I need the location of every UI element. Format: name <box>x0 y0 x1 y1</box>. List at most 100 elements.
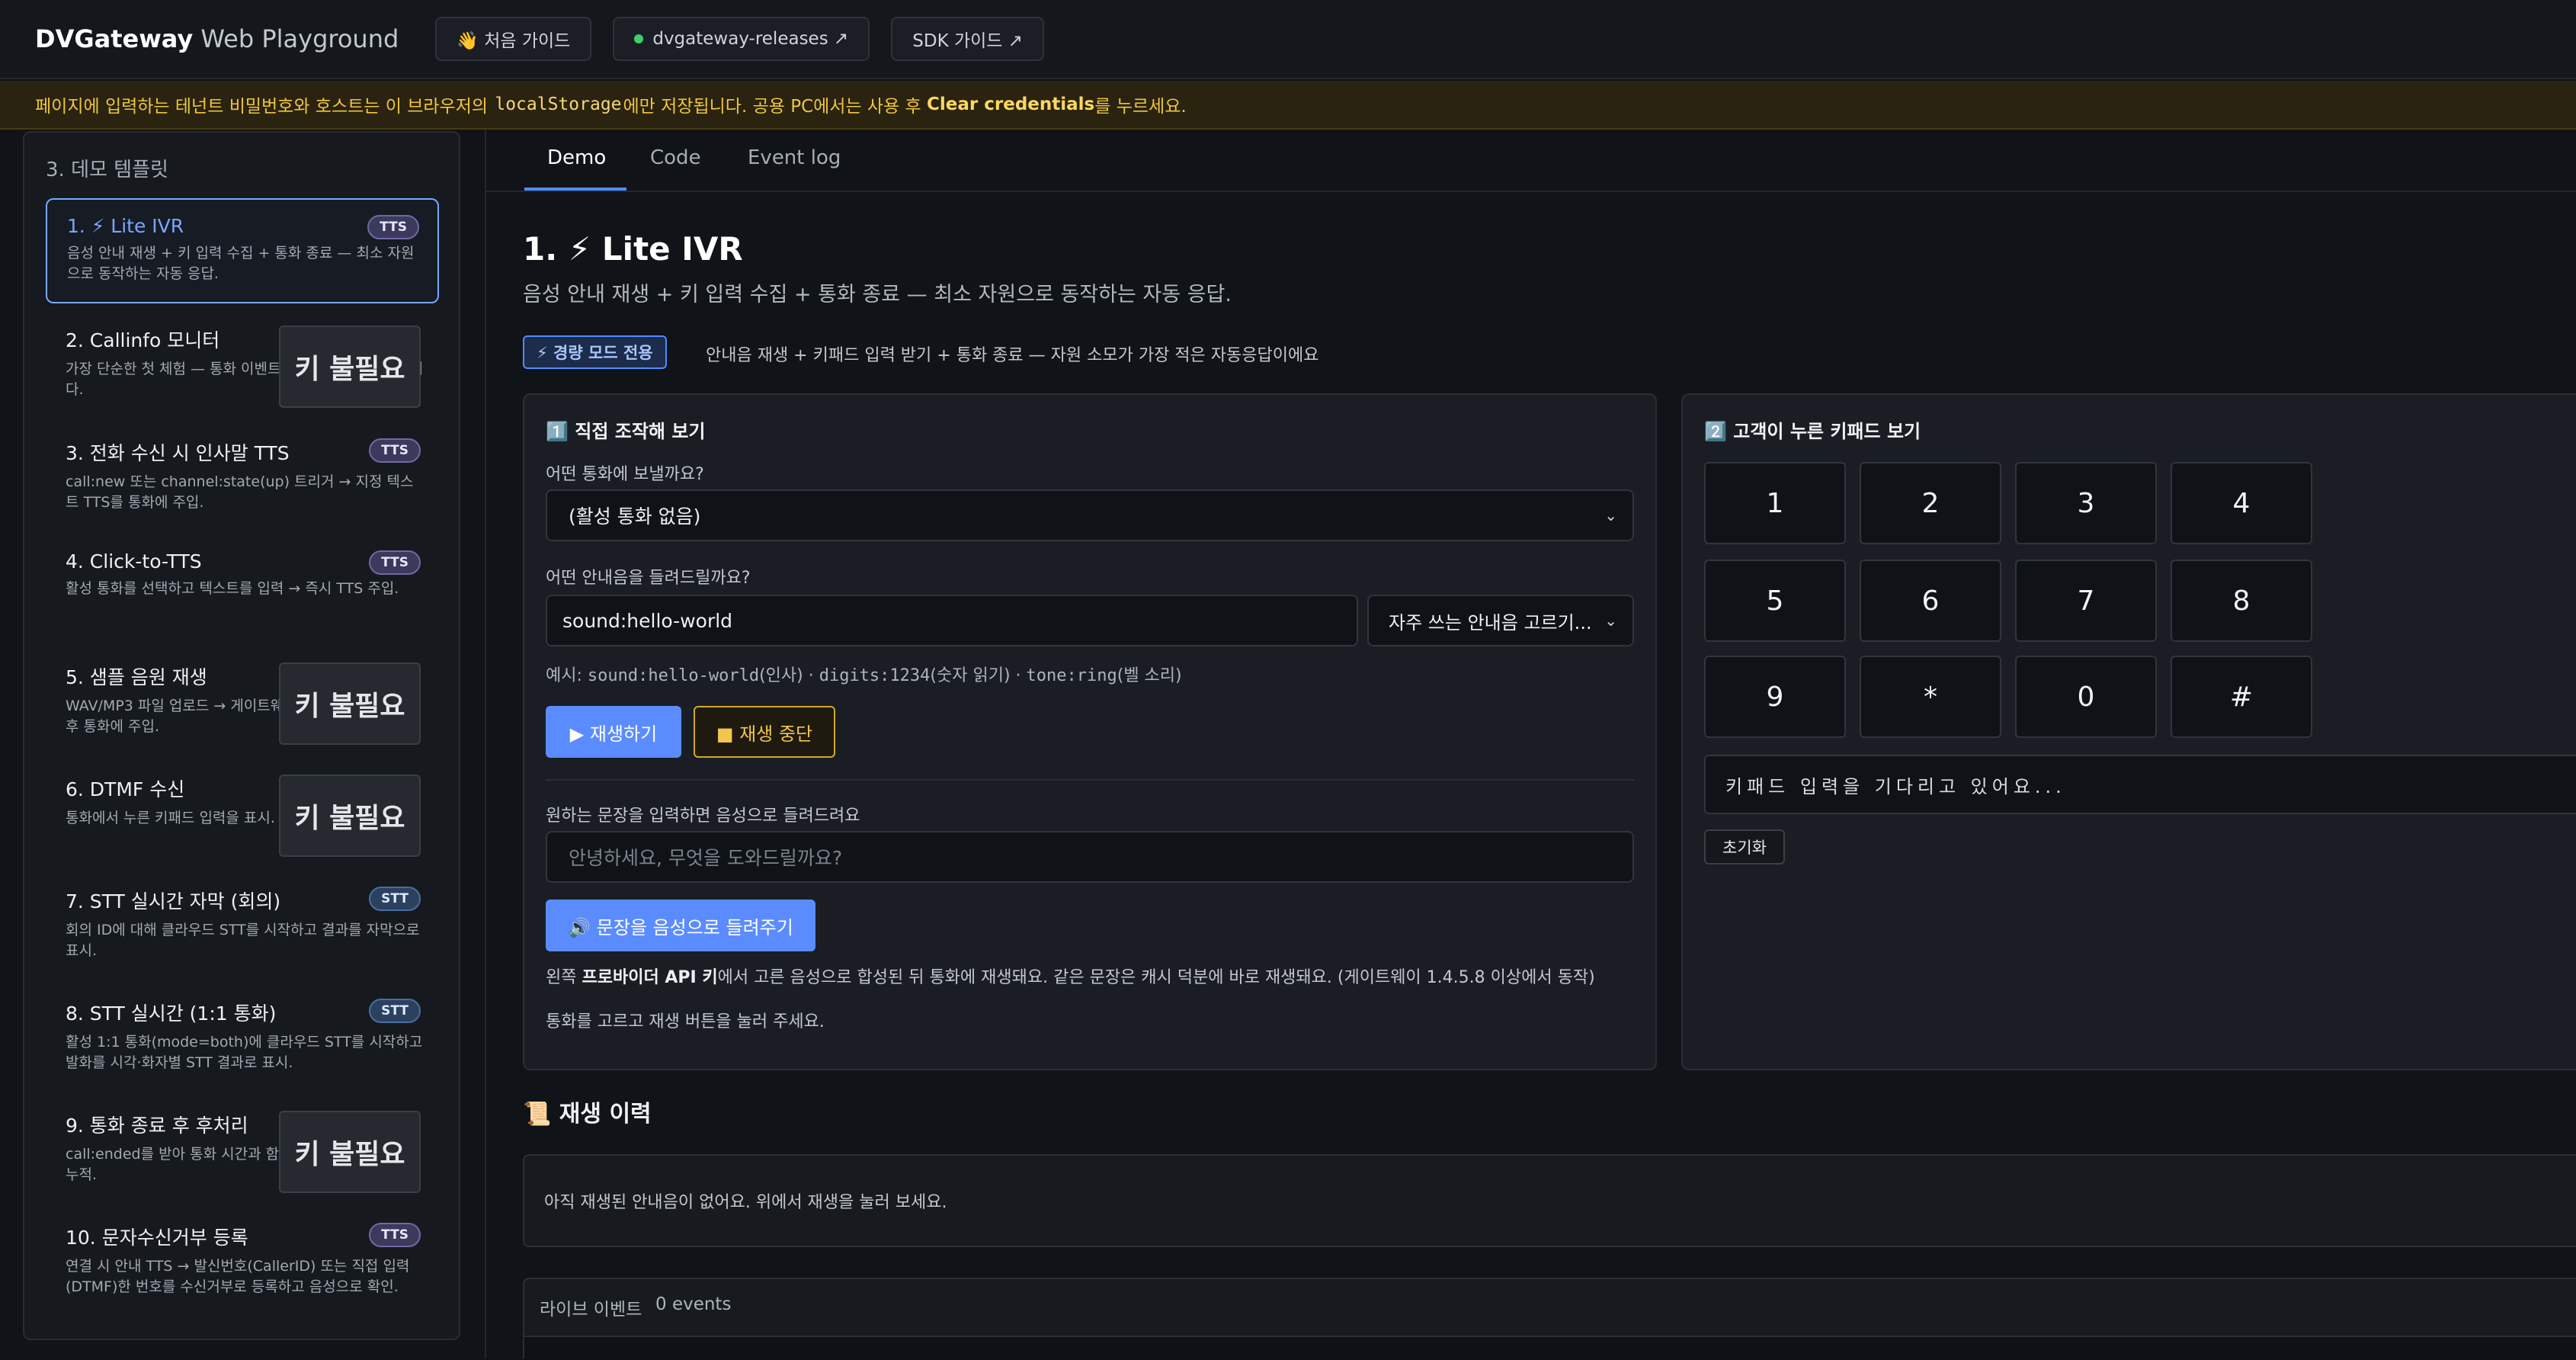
keypad-key-hash: # <box>2171 656 2312 738</box>
tts-text-placeholder: 안녕하세요, 무엇을 도와드릴까요? <box>569 847 843 869</box>
live-events-panel: 라이브 이벤트 0 events <box>523 1278 2576 1360</box>
keypad-key-7: 7 <box>2015 560 2157 642</box>
divider <box>546 779 1634 781</box>
example-tone: tone:ring <box>1026 666 1117 685</box>
live-events-count: 0 events <box>655 1294 732 1314</box>
sidebar-item-desc: call:new 또는 channel:state(up) 트리거 → 지정 텍… <box>66 473 414 511</box>
sidebar-item-dtmf[interactable]: 6. DTMF 수신 키 불필요 통화에서 누른 키패드 입력을 표시. IVR… <box>46 759 439 864</box>
chevron-down-icon: ⌄ <box>1604 611 1617 630</box>
credentials-warning-banner: 페이지에 입력하는 테넌트 비밀번호와 호스트는 이 브라우저의 localSt… <box>0 81 2576 130</box>
keypad-key-6: 6 <box>1860 560 2001 642</box>
tts-provider-note: 왼쪽 프로바이더 API 키에서 고른 음성으로 합성된 뒤 통화에 재생돼요.… <box>546 964 1595 988</box>
top-header: DVGateway Web Playground 👋 처음 가이드 dvgate… <box>0 0 2576 79</box>
note-rest: 에서 고른 음성으로 합성된 뒤 통화에 재생돼요. 같은 문장은 캐시 덕분에… <box>717 968 1595 987</box>
sidebar-item-desc: 음성 안내 재생 + 키 입력 수집 + 통화 종료 — 최소 자원으로 동작하… <box>67 245 415 282</box>
tts-badge: TTS <box>367 215 419 239</box>
keypad-key-star: * <box>1860 656 2001 738</box>
lite-mode-badge: ⚡ 경량 모드 전용 <box>523 335 667 369</box>
releases-link-label: dvgateway-releases ↗ <box>652 29 849 49</box>
lite-mode-description: 안내음 재생 + 키패드 입력 받기 + 통화 종료 — 자원 소모가 가장 적… <box>706 346 1319 365</box>
brand-logo: DVGateway Web Playground <box>35 24 399 53</box>
sound-input-label: 어떤 안내음을 들려드릴까요? <box>546 569 751 588</box>
sidebar-item-greeting-tts[interactable]: 3. 전화 수신 시 인사말 TTS TTS call:new 또는 chann… <box>46 423 439 528</box>
keypad-reset-button[interactable]: 초기화 <box>1704 829 1785 864</box>
example-digits: digits:1234 <box>819 666 931 685</box>
chevron-down-icon: ⌄ <box>1604 506 1617 524</box>
playback-history-title: 📜 재생 이력 <box>523 1101 652 1127</box>
tab-code[interactable]: Code <box>650 146 701 169</box>
tts-badge: TTS <box>369 438 421 463</box>
call-select[interactable]: (활성 통화 없음) ⌄ <box>546 489 1634 541</box>
warning-text-1: 페이지에 입력하는 테넌트 비밀번호와 호스트는 이 브라우저의 <box>35 97 489 117</box>
keypad-key-4: 4 <box>2171 462 2312 544</box>
example-prefix: 예시: <box>546 666 588 685</box>
first-guide-label: 👋 처음 가이드 <box>457 31 571 51</box>
main-divider <box>485 130 486 1358</box>
sidebar-item-desc: 활성 1:1 통화(mode=both)에 클라우드 STT를 시작하고 발화를… <box>66 1034 423 1071</box>
stop-button[interactable]: ■ 재생 중단 <box>694 706 835 758</box>
no-key-badge: 키 불필요 <box>279 775 421 857</box>
sidebar-item-title: 7. STT 실시간 자막 (회의) <box>66 890 281 913</box>
sidebar-item-title: 1. ⚡ Lite IVR <box>67 215 184 237</box>
call-select-value: (활성 통화 없음) <box>569 505 701 528</box>
sidebar-item-sms-optout[interactable]: 10. 문자수신거부 등록 TTS 연결 시 안내 TTS → 발신번호(Cal… <box>46 1208 439 1330</box>
demo-template-sidebar: 3. 데모 템플릿 1. ⚡ Lite IVR TTS 음성 안내 재생 + 키… <box>23 131 460 1340</box>
keypad-key-5: 5 <box>1704 560 1846 642</box>
brand-subtitle: Web Playground <box>200 24 399 53</box>
no-key-badge: 키 불필요 <box>279 1111 421 1193</box>
page-title: 1. ⚡ Lite IVR <box>523 230 743 268</box>
releases-link-button[interactable]: dvgateway-releases ↗ <box>613 17 870 61</box>
control-status-text: 통화를 고르고 재생 버튼을 눌러 주세요. <box>546 1012 825 1031</box>
note-bold: 프로바이더 API 키 <box>582 968 718 987</box>
keypad-key-0: 0 <box>2015 656 2157 738</box>
keypad-key-1: 1 <box>1704 462 1846 544</box>
keypad-key-3: 3 <box>2015 462 2157 544</box>
no-key-badge: 키 불필요 <box>279 326 421 408</box>
sidebar-item-sample-audio[interactable]: 5. 샘플 음원 재생 키 불필요 WAV/MP3 파일 업로드 → 게이트웨이… <box>46 647 439 752</box>
keypad-input-display: 키패드 입력을 기다리고 있어요... <box>1704 755 2576 814</box>
sidebar-item-callinfo[interactable]: 2. Callinfo 모니터 키 불필요 가장 단순한 첫 체험 — 통화 이… <box>46 310 439 415</box>
sound-preset-select[interactable]: 자주 쓰는 안내음 고르기... ⌄ <box>1367 595 1634 646</box>
warning-bold: Clear credentials <box>927 95 1095 114</box>
tab-demo[interactable]: Demo <box>547 146 606 169</box>
sidebar-item-title: 8. STT 실시간 (1:1 통화) <box>66 1002 277 1025</box>
sidebar-item-post-call[interactable]: 9. 통화 종료 후 후처리 키 불필요 call:ended를 받아 통화 시… <box>46 1095 439 1201</box>
sidebar-item-stt-meeting[interactable]: 7. STT 실시간 자막 (회의) STT 회의 ID에 대해 클라우드 ST… <box>46 871 439 977</box>
history-empty-text: 아직 재생된 안내음이 없어요. 위에서 재생을 눌러 보세요. <box>544 1193 947 1212</box>
sidebar-item-desc: 활성 통화를 선택하고 텍스트를 입력 → 즉시 TTS 주입. <box>66 580 399 597</box>
first-guide-button[interactable]: 👋 처음 가이드 <box>435 17 592 61</box>
speak-text-button[interactable]: 🔊 문장을 음성으로 들려주기 <box>546 900 815 951</box>
stt-badge: STT <box>369 887 421 911</box>
keypad-key-8: 8 <box>2171 560 2312 642</box>
keypad-key-2: 2 <box>1860 462 2001 544</box>
sound-preset-value: 자주 쓰는 안내음 고르기... <box>1389 611 1592 633</box>
sdk-guide-label: SDK 가이드 ↗ <box>912 31 1024 51</box>
playback-history-list: 아직 재생된 안내음이 없어요. 위에서 재생을 눌러 보세요. <box>523 1154 2576 1247</box>
sidebar-item-title: 3. 전화 수신 시 인사말 TTS <box>66 442 290 464</box>
example-sound-note: (인사) · <box>759 666 819 685</box>
example-sound: sound:hello-world <box>587 666 760 685</box>
sidebar-item-title: 10. 문자수신거부 등록 <box>66 1227 248 1249</box>
keypad-key-9: 9 <box>1704 656 1846 738</box>
sidebar-item-lite-ivr[interactable]: 1. ⚡ Lite IVR TTS 음성 안내 재생 + 키 입력 수집 + 통… <box>46 198 439 303</box>
sound-input[interactable]: sound:hello-world <box>546 595 1358 646</box>
sidebar-item-click-to-tts[interactable]: 4. Click-to-TTS TTS 활성 통화를 선택하고 텍스트를 입력 … <box>46 535 439 640</box>
sidebar-item-desc: 연결 시 안내 TTS → 발신번호(CallerID) 또는 직접 입력(DT… <box>66 1258 410 1295</box>
page-subtitle: 음성 안내 재생 + 키 입력 수집 + 통화 종료 — 최소 자원으로 동작하… <box>523 283 1232 306</box>
sidebar-item-title: 4. Click-to-TTS <box>66 550 202 573</box>
tts-text-input[interactable]: 안녕하세요, 무엇을 도와드릴까요? <box>546 831 1634 883</box>
warning-text-3: 를 누르세요. <box>1094 97 1187 117</box>
warning-text-2: 에만 저장됩니다. 공용 PC에서는 사용 후 <box>623 97 921 117</box>
sound-example-hint: 예시: sound:hello-world(인사) · digits:1234 (… <box>546 662 1182 686</box>
control-panel-title: 1️⃣ 직접 조작해 보기 <box>546 421 706 442</box>
warning-code: localStorage <box>495 95 622 114</box>
sidebar-item-desc: 회의 ID에 대해 클라우드 STT를 시작하고 결과를 자막으로 표시. <box>66 922 420 959</box>
sidebar-item-stt-call[interactable]: 8. STT 실시간 (1:1 통화) STT 활성 1:1 통화(mode=b… <box>46 983 439 1089</box>
no-key-badge: 키 불필요 <box>279 662 421 745</box>
active-tab-indicator <box>524 188 626 191</box>
play-button[interactable]: ▶ 재생하기 <box>546 706 681 758</box>
live-events-label: 라이브 이벤트 <box>540 1300 642 1320</box>
sdk-guide-button[interactable]: SDK 가이드 ↗ <box>891 17 1045 61</box>
tab-event-log[interactable]: Event log <box>748 146 841 169</box>
example-tone-note: (벨 소리) <box>1117 666 1182 685</box>
